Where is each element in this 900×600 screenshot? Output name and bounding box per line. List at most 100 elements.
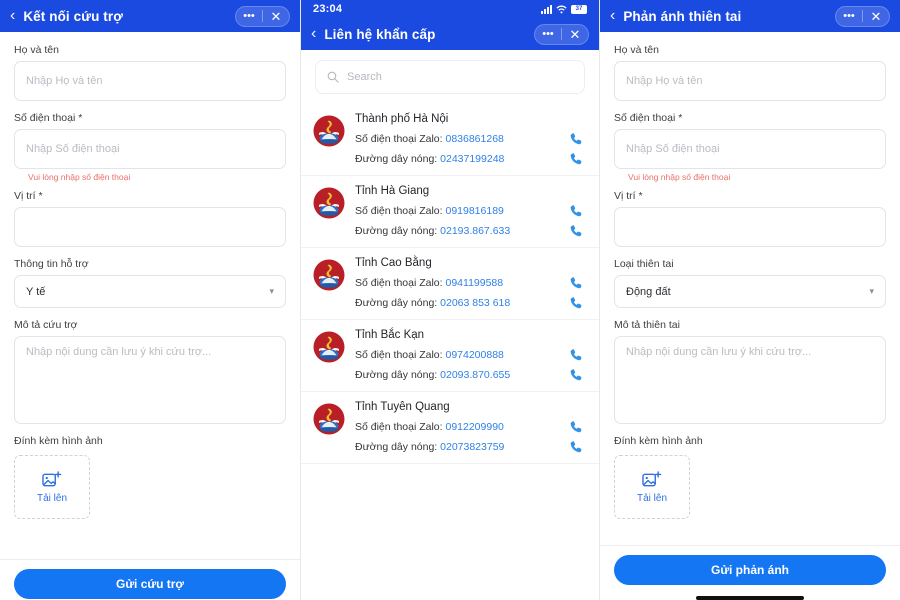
panel-lien-he-khan-cap: 23:04 37 ‹ Liên hệ khẩn cấp ••• ✕ Search… — [300, 0, 600, 600]
search-input[interactable]: Search — [315, 60, 585, 94]
chevron-left-icon[interactable]: ‹ — [311, 26, 316, 42]
call-hotline-button[interactable] — [567, 368, 585, 382]
description-label: Mô tả thiên tai — [614, 319, 680, 331]
image-add-icon — [42, 470, 62, 486]
app-header-right: ‹ Phản ánh thiên tai ••• ✕ — [600, 0, 900, 32]
call-hotline-button[interactable] — [567, 224, 585, 238]
chevron-left-icon[interactable]: ‹ — [10, 8, 15, 24]
upload-label: Tải lên — [636, 492, 667, 504]
call-zalo-button[interactable] — [567, 348, 585, 362]
support-type-label: Thông tin hỗ trợ — [14, 258, 89, 270]
avatar — [313, 259, 345, 291]
status-icons: 37 — [541, 4, 587, 14]
hotline-number[interactable]: 02193.867.633 — [440, 225, 510, 237]
chevron-left-icon[interactable]: ‹ — [610, 8, 615, 24]
zalo-text: Số điện thoại Zalo: 0912209990 — [355, 421, 504, 433]
hotline-number[interactable]: 02073823759 — [440, 441, 504, 453]
contact-name: Tỉnh Bắc Kạn — [355, 329, 425, 341]
contact-item[interactable]: Thành phố Hà Nội Số điện thoại Zalo: 083… — [301, 104, 599, 176]
hotline-row: Đường dây nóng: 02063 853 618 — [355, 296, 585, 310]
contact-item[interactable]: Tỉnh Cao Bằng Số điện thoại Zalo: 094119… — [301, 248, 599, 320]
bottom-action-bar-right: Gửi phản ánh — [600, 545, 900, 600]
phone-call-icon — [570, 297, 582, 309]
description-label: Mô tả cứu trợ — [14, 319, 78, 331]
phone-input[interactable]: Nhập Số điện thoại — [14, 129, 286, 169]
emergency-contact-list: Thành phố Hà Nội Số điện thoại Zalo: 083… — [301, 104, 599, 464]
description-textarea[interactable]: Nhập nội dung cần lưu ý khi cứu trợ... — [14, 336, 286, 424]
description-textarea[interactable]: Nhập nội dung cần lưu ý khi cứu trợ... — [614, 336, 886, 424]
avatar — [313, 403, 345, 435]
call-zalo-button[interactable] — [567, 276, 585, 290]
chevron-down-icon: ▾ — [269, 286, 274, 296]
avatar — [313, 187, 345, 219]
zalo-number[interactable]: 0836861268 — [445, 133, 503, 145]
contact-item[interactable]: Tỉnh Hà Giang Số điện thoại Zalo: 091981… — [301, 176, 599, 248]
phone-call-icon — [570, 277, 582, 289]
hotline-text: Đường dây nóng: 02437199248 — [355, 153, 505, 165]
hotline-row: Đường dây nóng: 02073823759 — [355, 440, 585, 454]
avatar — [313, 115, 345, 147]
province-emblem-icon — [313, 259, 345, 291]
zalo-number[interactable]: 0912209990 — [445, 421, 503, 433]
disaster-type-select[interactable]: Động đất ▾ — [614, 275, 886, 308]
upload-image-button[interactable]: Tải lên — [14, 455, 90, 519]
contact-details: Tỉnh Bắc Kạn Số điện thoại Zalo: 0974200… — [355, 329, 585, 382]
submit-relief-button[interactable]: Gửi cứu trợ — [14, 569, 286, 599]
call-hotline-button[interactable] — [567, 296, 585, 310]
call-zalo-button[interactable] — [567, 204, 585, 218]
name-input[interactable]: Nhập Họ và tên — [614, 61, 886, 101]
close-icon[interactable]: ✕ — [562, 25, 588, 44]
phone-error-text: Vui lòng nhập số điện thoại — [628, 172, 731, 182]
more-options-icon[interactable]: ••• — [535, 25, 561, 44]
zalo-text: Số điện thoại Zalo: 0974200888 — [355, 349, 504, 361]
search-icon — [327, 71, 339, 83]
call-zalo-button[interactable] — [567, 420, 585, 434]
relief-request-form: Họ và tên Nhập Họ và tên Số điện thoại *… — [0, 32, 300, 519]
phone-input[interactable]: Nhập Số điện thoại — [614, 129, 886, 169]
hotline-number[interactable]: 02437199248 — [440, 153, 504, 165]
call-hotline-button[interactable] — [567, 152, 585, 166]
location-input[interactable] — [14, 207, 286, 247]
zalo-number[interactable]: 0941199588 — [445, 277, 503, 289]
contact-item[interactable]: Tỉnh Tuyên Quang Số điện thoại Zalo: 091… — [301, 392, 599, 464]
phone-call-icon — [570, 441, 582, 453]
name-label: Họ và tên — [614, 44, 659, 56]
page-title: Phản ánh thiên tai — [623, 8, 742, 24]
wifi-icon — [556, 5, 567, 13]
close-icon[interactable]: ✕ — [863, 7, 889, 26]
call-zalo-button[interactable] — [567, 132, 585, 146]
phone-call-icon — [570, 349, 582, 361]
zalo-number[interactable]: 0974200888 — [445, 349, 503, 361]
location-input[interactable] — [614, 207, 886, 247]
panel-phan-anh-thien-tai: ‹ Phản ánh thiên tai ••• ✕ Họ và tên Nhậ… — [600, 0, 900, 600]
contact-item[interactable]: Tỉnh Bắc Kạn Số điện thoại Zalo: 0974200… — [301, 320, 599, 392]
province-emblem-icon — [313, 187, 345, 219]
contact-details: Tỉnh Cao Bằng Số điện thoại Zalo: 094119… — [355, 257, 585, 310]
contact-name: Thành phố Hà Nội — [355, 113, 449, 125]
submit-report-button[interactable]: Gửi phản ánh — [614, 555, 886, 585]
phone-label: Số điện thoại * — [14, 112, 83, 124]
upload-image-button[interactable]: Tải lên — [614, 455, 690, 519]
location-label: Vị trí * — [14, 190, 43, 202]
hotline-number[interactable]: 02063 853 618 — [440, 297, 510, 309]
support-type-select[interactable]: Y tế ▾ — [14, 275, 286, 308]
chevron-down-icon: ▾ — [869, 286, 874, 296]
panel-ket-noi-cuu-tro: ‹ Kết nối cứu trợ ••• ✕ Họ và tên Nhập H… — [0, 0, 300, 600]
disaster-type-label: Loại thiên tai — [614, 258, 674, 270]
province-emblem-icon — [313, 403, 345, 435]
hotline-number[interactable]: 02093.870.655 — [440, 369, 510, 381]
hotline-text: Đường dây nóng: 02063 853 618 — [355, 297, 511, 309]
name-input[interactable]: Nhập Họ và tên — [14, 61, 286, 101]
close-icon[interactable]: ✕ — [263, 7, 289, 26]
zalo-number[interactable]: 0919816189 — [445, 205, 503, 217]
phone-call-icon — [570, 225, 582, 237]
contact-details: Thành phố Hà Nội Số điện thoại Zalo: 083… — [355, 113, 585, 166]
signal-icon — [541, 4, 552, 14]
more-options-icon[interactable]: ••• — [836, 7, 862, 26]
more-options-icon[interactable]: ••• — [236, 7, 262, 26]
call-hotline-button[interactable] — [567, 440, 585, 454]
bottom-action-bar-left: Gửi cứu trợ — [0, 559, 300, 600]
